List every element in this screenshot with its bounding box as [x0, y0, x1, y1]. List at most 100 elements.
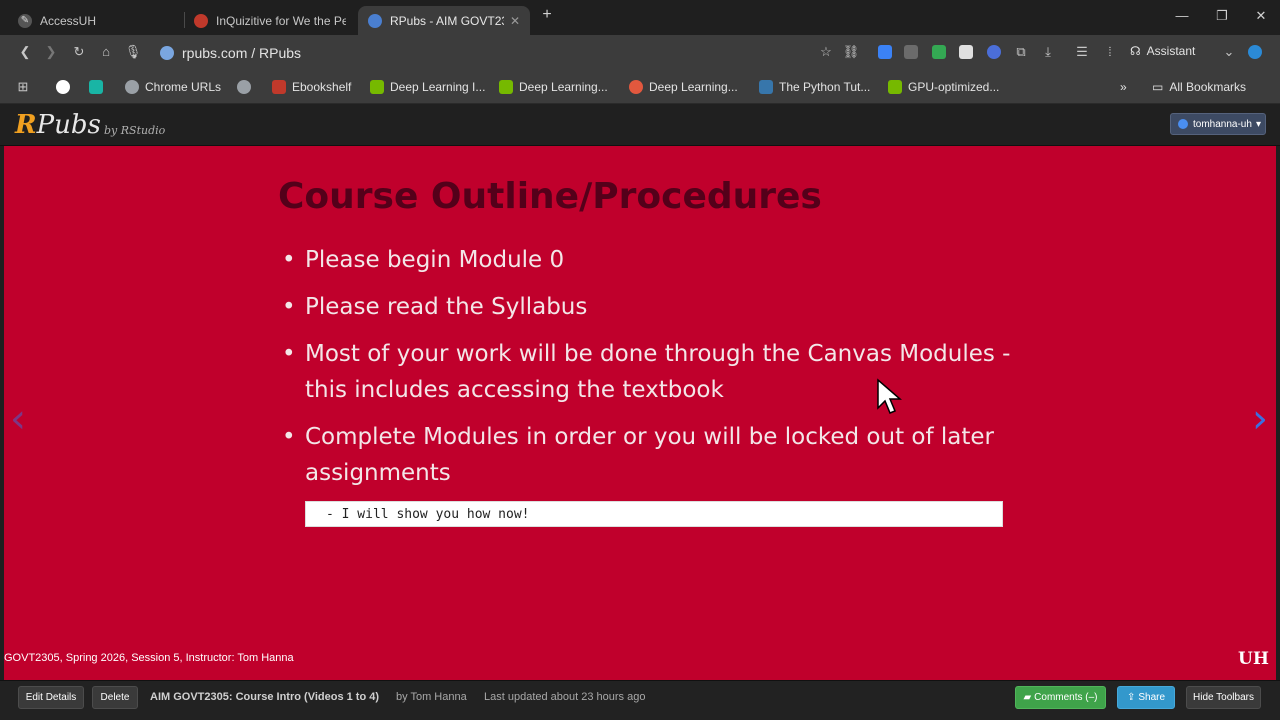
more-bookmarks-icon[interactable]: »: [1120, 79, 1127, 95]
apps-grid-icon[interactable]: ⊞: [14, 78, 32, 96]
rpubs-logo[interactable]: RPubs: [15, 110, 101, 140]
profile-icon[interactable]: [1248, 45, 1262, 59]
bookmark-u[interactable]: [89, 79, 109, 95]
microphone-icon[interactable]: 🎙: [124, 43, 142, 61]
username: tomhanna-uh: [1193, 118, 1252, 130]
tab-rpubs[interactable]: RPubs - AIM GOVT2305 ✕: [358, 6, 530, 35]
tab-inquizitive[interactable]: InQuizitive for We the Peo: [184, 6, 356, 35]
assistant-label: Assistant: [1146, 44, 1196, 58]
caret-down-icon: ▾: [1255, 118, 1261, 130]
author: by Tom Hanna: [396, 691, 467, 703]
link-icon[interactable]: ⛓: [842, 43, 860, 61]
extension-icon[interactable]: [959, 45, 973, 59]
code-block: - I will show you how now!: [305, 501, 1003, 527]
share-button[interactable]: ⇪ Share: [1117, 686, 1175, 709]
bookmark-label: All Bookmarks: [1169, 80, 1247, 94]
address-bar[interactable]: rpubs.com / RPubs: [150, 39, 870, 66]
accessuh-favicon-icon: ✎: [18, 13, 32, 28]
last-updated: Last updated about 23 hours ago: [484, 691, 646, 703]
mouse-cursor-icon: [877, 378, 902, 414]
bookmark-globe[interactable]: [237, 79, 257, 95]
bullet-item: Please begin Module 0: [282, 242, 1022, 278]
chrome-icon: [125, 80, 139, 94]
user-menu-button[interactable]: tomhanna-uh ▾: [1170, 113, 1266, 135]
pytorch-icon: [629, 80, 643, 94]
document-title: AIM GOVT2305: Course Intro (Videos 1 to …: [150, 691, 380, 703]
bullet-item: Most of your work will be done through t…: [282, 336, 1022, 408]
bookmark-label: Chrome URLs: [145, 80, 222, 94]
bookmark-deep-learning-3[interactable]: Deep Learning...: [629, 79, 738, 95]
slide-footer: GOVT2305, Spring 2026, Session 5, Instru…: [4, 652, 294, 664]
nvidia-icon: [888, 80, 902, 94]
nvidia-icon: [370, 80, 384, 94]
audio-wave-icon[interactable]: ⦙: [1101, 43, 1119, 61]
rpubs-header: RPubs by RStudio tomhanna-uh ▾: [0, 104, 1280, 146]
home-icon[interactable]: ⌂: [97, 43, 115, 61]
reload-icon[interactable]: ↻: [70, 43, 88, 61]
slide: Course Outline/Procedures Please begin M…: [4, 146, 1276, 680]
site-info-icon[interactable]: [160, 45, 174, 60]
extension-icon[interactable]: [904, 45, 918, 59]
logo-r: R: [15, 110, 37, 140]
logo-text: Pubs: [36, 110, 101, 140]
bookmark-gpu-optimized[interactable]: GPU-optimized...: [888, 79, 999, 95]
extension-icon[interactable]: [878, 45, 892, 59]
prev-slide-arrow-icon[interactable]: ‹: [10, 396, 26, 442]
chevron-down-icon[interactable]: ⌄: [1220, 43, 1238, 61]
menu-lines-icon[interactable]: ☰: [1073, 43, 1091, 61]
u-icon: [89, 80, 103, 94]
bullet-list: Please begin Module 0 Please read the Sy…: [282, 242, 1022, 502]
bookmark-deep-learning-1[interactable]: Deep Learning I...: [370, 79, 485, 95]
bullet-item: Complete Modules in order or you will be…: [282, 419, 1022, 491]
rpubs-bottom-toolbar: Edit Details Delete AIM GOVT2305: Course…: [0, 680, 1280, 720]
close-tab-icon[interactable]: ✕: [510, 14, 520, 28]
google-drive-icon[interactable]: [932, 45, 946, 59]
assistant-icon: ☊: [1130, 44, 1141, 58]
bookmark-label: Deep Learning...: [649, 80, 738, 94]
comments-button[interactable]: ▰ Comments (–): [1015, 686, 1106, 709]
byline: by RStudio: [104, 124, 166, 137]
puzzle-extensions-icon[interactable]: ⧉: [1012, 43, 1030, 61]
uh-logo: UH: [1238, 649, 1269, 669]
download-icon[interactable]: ⤓: [1039, 43, 1057, 61]
google-icon: [56, 80, 70, 94]
globe-icon: [237, 80, 251, 94]
all-bookmarks[interactable]: ▭ All Bookmarks: [1152, 79, 1246, 95]
delete-button[interactable]: Delete: [92, 686, 138, 709]
slide-title: Course Outline/Procedures: [278, 176, 822, 217]
next-slide-arrow-icon[interactable]: ›: [1252, 396, 1268, 442]
bookmark-google[interactable]: [56, 79, 76, 95]
bookmark-python-tutorial[interactable]: The Python Tut...: [759, 79, 870, 95]
bookmark-chrome-urls[interactable]: Chrome URLs: [125, 79, 221, 95]
ebookshelf-icon: [272, 80, 286, 94]
bookmark-ebookshelf[interactable]: Ebookshelf: [272, 79, 351, 95]
minimize-icon[interactable]: —: [1172, 8, 1192, 26]
address-text: rpubs.com / RPubs: [182, 44, 302, 61]
extension-icon[interactable]: [987, 45, 1001, 59]
bullet-item: Please read the Syllabus: [282, 289, 1022, 325]
bookmarks-bar: ⊞ Chrome URLs Ebookshelf Deep Learning I…: [0, 70, 1280, 104]
share-icon: ⇪: [1126, 692, 1136, 703]
assistant-button[interactable]: ☊ Assistant: [1130, 44, 1195, 58]
hide-toolbars-button[interactable]: Hide Toolbars: [1186, 686, 1261, 709]
back-icon[interactable]: ❮: [16, 43, 34, 61]
user-icon: [1178, 119, 1188, 129]
folder-icon: ▭: [1152, 80, 1164, 94]
close-window-icon[interactable]: ✕: [1251, 8, 1271, 26]
new-tab-button[interactable]: +: [537, 6, 557, 24]
comment-icon: ▰: [1023, 692, 1032, 703]
browser-toolbar: ❮ ❯ ↻ ⌂ 🎙 rpubs.com / RPubs ☆ ⛓ ⧉ ⤓ ☰ ⦙ …: [0, 35, 1280, 70]
forward-icon[interactable]: ❯: [42, 43, 60, 61]
inquizitive-favicon-icon: [194, 13, 208, 28]
python-icon: [759, 80, 773, 94]
tab-accessuh[interactable]: ✎ AccessUH: [8, 6, 184, 35]
bookmark-label: Ebookshelf: [292, 80, 352, 94]
tab-title: AccessUH: [40, 13, 97, 28]
bookmark-deep-learning-2[interactable]: Deep Learning...: [499, 79, 608, 95]
bookmark-label: Deep Learning I...: [390, 80, 486, 94]
edit-details-button[interactable]: Edit Details: [18, 686, 84, 709]
restore-icon[interactable]: ❐: [1212, 8, 1232, 26]
comments-label: Comments (–): [1034, 692, 1098, 703]
bookmark-label: Deep Learning...: [519, 80, 608, 94]
bookmark-star-icon[interactable]: ☆: [817, 43, 835, 61]
